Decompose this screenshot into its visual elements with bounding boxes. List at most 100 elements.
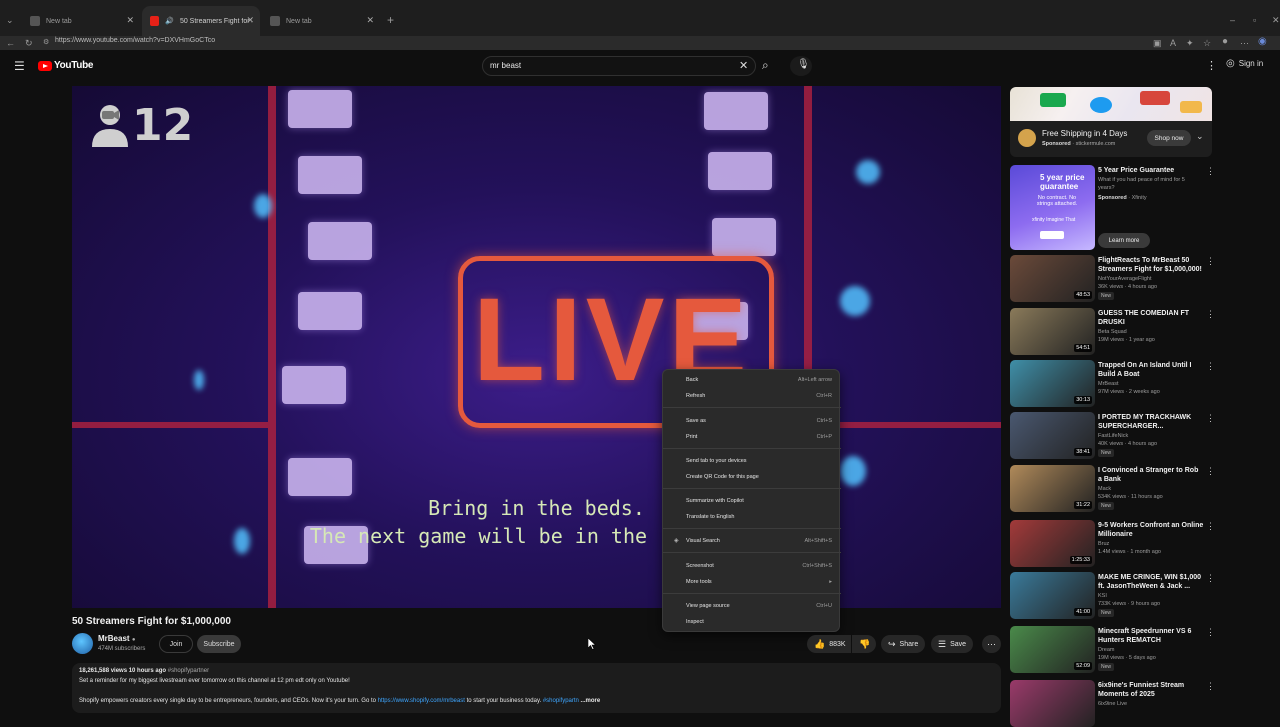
menu-item-print[interactable]: Print Ctrl+P — [663, 430, 841, 444]
video-title-link[interactable]: 9-5 Workers Confront an Online Millionai… — [1098, 521, 1204, 539]
menu-item-send-tab[interactable]: Send tab to your devices — [663, 454, 841, 468]
menu-item-visual-search[interactable]: ◈ Visual Search Alt+Shift+S — [663, 534, 841, 548]
video-title-link[interactable]: Trapped On An Island Until I Build A Boa… — [1098, 361, 1204, 379]
video-channel[interactable]: 6ix9ine Live — [1098, 700, 1204, 708]
more-options-icon[interactable]: ⋮ — [1206, 309, 1215, 320]
maximize-icon[interactable]: ▫ — [1253, 14, 1256, 26]
ad-card-title[interactable]: 5 Year Price Guarantee — [1098, 166, 1204, 175]
save-button[interactable]: ☰ Save — [931, 635, 973, 653]
minimize-icon[interactable]: – — [1230, 14, 1235, 26]
video-channel[interactable]: Bruz — [1098, 540, 1204, 548]
speaker-icon[interactable]: 🔊 — [165, 17, 174, 25]
tab-new-tab-1[interactable]: New tab ✕ — [22, 6, 140, 36]
video-channel[interactable]: MrBeast — [1098, 380, 1204, 388]
read-aloud-icon[interactable]: A — [1170, 37, 1176, 49]
ad-thumbnail[interactable]: 5 year price guarantee No contract. No s… — [1010, 165, 1095, 250]
menu-item-back[interactable]: Back Alt+Left arrow — [663, 373, 841, 387]
more-options-icon[interactable]: ⋮ — [1206, 573, 1215, 584]
more-options-icon[interactable]: ⋮ — [1206, 413, 1215, 424]
favorites-icon[interactable]: ☆ — [1203, 37, 1211, 49]
show-more-link[interactable]: ...more — [581, 698, 601, 704]
channel-avatar[interactable] — [72, 633, 93, 654]
more-menu-icon[interactable]: ⋯ — [1240, 37, 1249, 49]
search-input[interactable]: mr beast — [490, 61, 521, 70]
video-title-link[interactable]: FlightReacts To MrBeast 50 Streamers Fig… — [1098, 256, 1204, 274]
video-title-link[interactable]: I PORTED MY TRACKHAWK SUPERCHARGER... — [1098, 413, 1204, 431]
menu-item-translate[interactable]: Translate to English — [663, 510, 841, 524]
video-thumbnail[interactable]: 52:09 — [1010, 626, 1095, 673]
more-options-icon[interactable]: ⋮ — [1206, 256, 1215, 267]
more-options-icon[interactable]: ⋮ — [1206, 466, 1215, 477]
menu-item-save-as[interactable]: Save as Ctrl+S — [663, 414, 841, 428]
hashtag-link[interactable]: #shopifypartn — [543, 698, 579, 704]
ad-banner-image[interactable] — [1010, 87, 1212, 121]
video-channel[interactable]: Beta Squad — [1098, 328, 1204, 336]
site-info-icon[interactable]: ⚙ — [43, 37, 49, 49]
close-tab-icon[interactable]: ✕ — [246, 15, 254, 26]
back-arrow-icon[interactable]: ← — [6, 37, 15, 49]
tab-youtube-video[interactable]: 🔊 50 Streamers Fight for $1,000,0 ✕ — [142, 6, 260, 36]
settings-kebab-icon[interactable]: ⋮ — [1206, 59, 1217, 72]
video-player[interactable]: LIVE 12 Bring in the beds. The next game… — [72, 86, 1001, 608]
tab-search-icon[interactable]: ⌄ — [6, 14, 14, 26]
close-tab-icon[interactable]: ✕ — [366, 15, 374, 26]
video-thumbnail[interactable]: 1:25:33 — [1010, 520, 1095, 567]
sign-in-button[interactable]: ◎ Sign in — [1226, 58, 1263, 69]
video-channel[interactable]: Mack — [1098, 485, 1204, 493]
tab-new-tab-2[interactable]: New tab ✕ — [262, 6, 380, 36]
video-channel[interactable]: KSI — [1098, 592, 1204, 600]
clear-search-icon[interactable]: ✕ — [739, 59, 748, 72]
more-options-icon[interactable]: ⋮ — [1206, 166, 1215, 177]
search-icon[interactable]: ⌕ — [762, 58, 769, 73]
learn-more-button[interactable]: Learn more — [1098, 233, 1150, 248]
more-options-icon[interactable]: ⋮ — [1206, 681, 1215, 692]
description-box[interactable]: 18,261,588 views 10 hours ago #shopifypa… — [72, 663, 1001, 713]
address-bar[interactable]: https://www.youtube.com/watch?v=DXVHmGoC… — [55, 37, 215, 44]
video-thumbnail[interactable]: 48:53 — [1010, 255, 1095, 302]
dislike-button[interactable]: 👎 — [852, 635, 876, 653]
new-tab-plus-icon[interactable]: + — [387, 14, 394, 26]
video-thumbnail[interactable]: 31:22 — [1010, 465, 1095, 512]
chevron-down-icon[interactable]: ⌄ — [1196, 131, 1204, 142]
copilot-icon[interactable]: ◉ — [1258, 36, 1267, 48]
menu-item-refresh[interactable]: Refresh Ctrl+R — [663, 389, 841, 403]
menu-item-create-qr[interactable]: Create QR Code for this page — [663, 470, 841, 484]
close-tab-icon[interactable]: ✕ — [126, 15, 134, 26]
menu-item-view-source[interactable]: View page source Ctrl+U — [663, 599, 841, 613]
video-title-link[interactable]: I Convinced a Stranger to Rob a Bank — [1098, 466, 1204, 484]
video-thumbnail[interactable]: 54:51 — [1010, 308, 1095, 355]
video-title-link[interactable]: MAKE ME CRINGE, WIN $1,000 ft. JasonTheW… — [1098, 573, 1204, 591]
extension-icon[interactable]: ▣ — [1153, 37, 1162, 49]
video-title-link[interactable]: GUESS THE COMEDIAN FT DRUSKI — [1098, 309, 1204, 327]
shopify-link[interactable]: https://www.shopify.com/mrbeast — [378, 698, 465, 704]
ad-card[interactable]: Free Shipping in 4 Days Sponsored · stic… — [1010, 121, 1212, 157]
voice-search-button[interactable]: 🎙 — [790, 56, 812, 76]
hamburger-menu-icon[interactable]: ☰ — [14, 59, 25, 73]
like-button[interactable]: 👍 883K — [807, 635, 851, 653]
video-thumbnail[interactable]: 38:41 — [1010, 412, 1095, 459]
refresh-icon[interactable]: ↻ — [25, 37, 33, 49]
shop-now-button[interactable]: Shop now — [1147, 130, 1191, 146]
puzzle-icon[interactable]: ✦ — [1186, 37, 1194, 49]
more-options-icon[interactable]: ⋮ — [1206, 521, 1215, 532]
more-options-icon[interactable]: ⋮ — [1206, 361, 1215, 372]
more-actions-button[interactable]: ⋯ — [982, 635, 1001, 653]
video-channel[interactable]: NotYourAverageFlight — [1098, 275, 1204, 283]
video-thumbnail[interactable]: 41:00 — [1010, 572, 1095, 619]
join-button[interactable]: Join — [159, 635, 193, 653]
menu-item-inspect[interactable]: Inspect — [663, 615, 841, 629]
video-channel[interactable]: Dream — [1098, 646, 1204, 654]
profile-icon[interactable]: ● — [1222, 36, 1228, 48]
share-button[interactable]: ↪ Share — [881, 635, 925, 653]
menu-item-screenshot[interactable]: Screenshot Ctrl+Shift+S — [663, 559, 841, 573]
menu-item-summarize-copilot[interactable]: Summarize with Copilot — [663, 494, 841, 508]
youtube-logo-icon[interactable] — [38, 61, 52, 71]
search-box[interactable] — [482, 56, 756, 76]
video-thumbnail[interactable]: 30:13 — [1010, 360, 1095, 407]
close-window-icon[interactable]: ✕ — [1272, 14, 1280, 26]
youtube-logo-text[interactable]: YouTube — [54, 60, 94, 71]
subscribe-button[interactable]: Subscribe — [197, 635, 241, 653]
channel-name[interactable]: MrBeast ● — [98, 634, 135, 643]
more-options-icon[interactable]: ⋮ — [1206, 627, 1215, 638]
video-title-link[interactable]: 6ix9ine's Funniest Stream Moments of 202… — [1098, 681, 1204, 699]
